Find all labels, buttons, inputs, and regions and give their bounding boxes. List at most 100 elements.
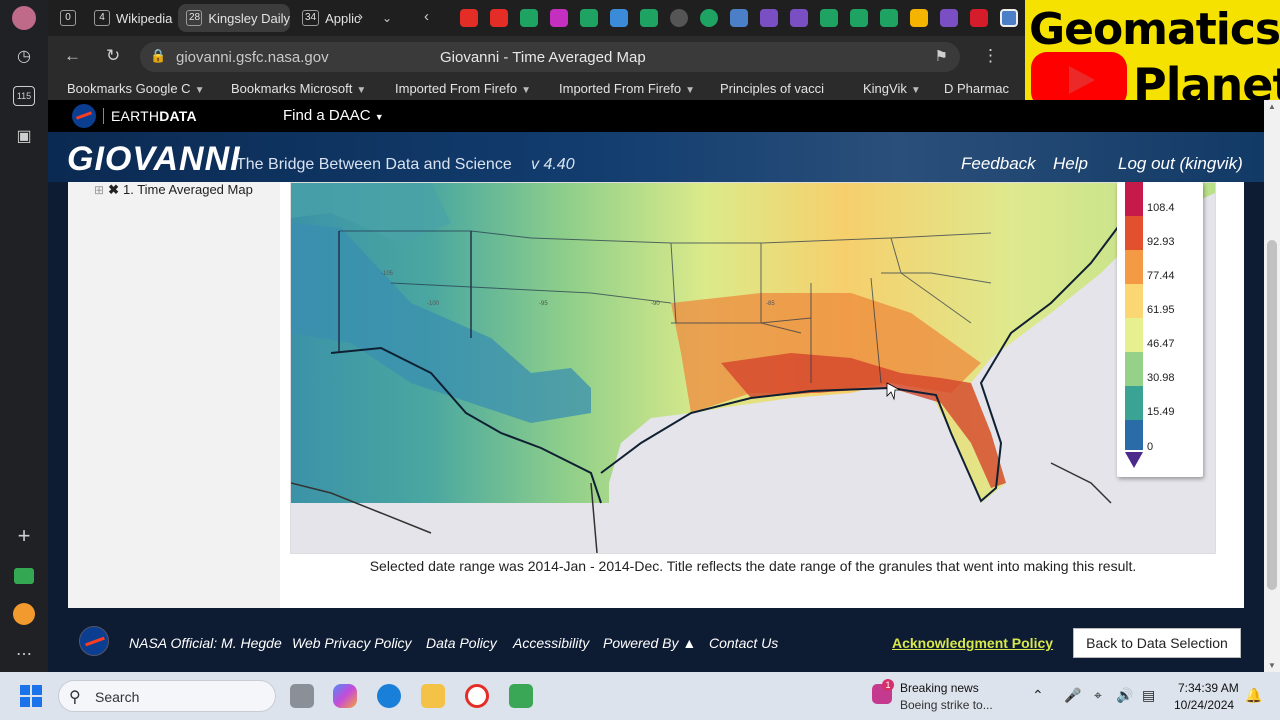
volume-icon[interactable]: 🔊 bbox=[1116, 687, 1133, 704]
nasa-logo-icon[interactable] bbox=[72, 104, 96, 128]
windows-start-icon[interactable] bbox=[20, 685, 42, 707]
sheets-favicon[interactable] bbox=[520, 9, 538, 27]
giovanni-logo[interactable]: GIOVANNI bbox=[67, 140, 241, 179]
forms-favicon[interactable] bbox=[760, 9, 778, 27]
legend-label: 0 bbox=[1147, 441, 1154, 453]
app-favicon[interactable] bbox=[550, 9, 568, 27]
footer-link-privacy[interactable]: Web Privacy Policy bbox=[292, 635, 412, 651]
bookmark-label: Bookmarks Google C bbox=[67, 81, 191, 96]
logout-link[interactable]: Log out (kingvik) bbox=[1118, 154, 1243, 174]
meet-app-icon[interactable] bbox=[10, 562, 38, 590]
bookmark-folder[interactable]: Bookmarks Microsoft ▼ bbox=[231, 81, 366, 96]
address-bar[interactable]: 🔒 giovanni.gsfc.nasa.gov Giovanni - Time… bbox=[140, 42, 960, 72]
search-icon: ⚲ bbox=[69, 689, 81, 706]
app-favicon[interactable] bbox=[700, 9, 718, 27]
meet-icon[interactable] bbox=[509, 684, 533, 708]
footer-link-data-policy[interactable]: Data Policy bbox=[426, 635, 497, 651]
earthdata-bar: EARTHDATA Find a DAAC ▼ bbox=[48, 100, 1264, 132]
legend-label: 77.44 bbox=[1147, 270, 1175, 282]
help-link[interactable]: Help bbox=[1053, 154, 1088, 174]
sheets-favicon[interactable] bbox=[880, 9, 898, 27]
youtube-favicon[interactable] bbox=[490, 9, 508, 27]
back-arrow-icon[interactable]: ← bbox=[64, 46, 81, 66]
sheets-favicon[interactable] bbox=[820, 9, 838, 27]
nasa-logo-icon[interactable] bbox=[79, 626, 109, 656]
history-icon[interactable]: ◷ bbox=[10, 42, 38, 70]
scroll-down-icon[interactable]: ▼ bbox=[1268, 661, 1276, 670]
scroll-up-icon[interactable]: ▲ bbox=[1268, 102, 1276, 111]
menu-dots-icon[interactable]: ⋮ bbox=[982, 46, 999, 66]
scrollbar-thumb[interactable] bbox=[1267, 240, 1277, 590]
tab-wikipedia[interactable]: 4 Wikipedia bbox=[86, 4, 178, 32]
bookmarks-bar: Bookmarks Google C ▼ Bookmarks Microsoft ▼… bbox=[48, 78, 1025, 100]
app-icon[interactable] bbox=[10, 600, 38, 628]
history-item-time-averaged-map[interactable]: ⊞ ✖ 1. Time Averaged Map bbox=[94, 182, 253, 198]
file-explorer-icon[interactable] bbox=[421, 684, 445, 708]
acknowledgment-policy-link[interactable]: Acknowledgment Policy bbox=[892, 635, 1053, 651]
back-to-data-selection-button[interactable]: Back to Data Selection bbox=[1073, 628, 1241, 658]
sheets-favicon[interactable] bbox=[640, 9, 658, 27]
legend-label: 30.98 bbox=[1147, 372, 1175, 384]
footer-link-powered-by[interactable]: Powered By ▲ bbox=[603, 635, 696, 651]
browser-toolbar: ← ↻ 🔒 giovanni.gsfc.nasa.gov Giovanni - … bbox=[48, 36, 1025, 78]
copilot-icon[interactable] bbox=[333, 684, 357, 708]
legend-min-arrow-icon bbox=[1125, 452, 1143, 468]
sheets-favicon[interactable] bbox=[850, 9, 868, 27]
forms-favicon[interactable] bbox=[940, 9, 958, 27]
task-view-icon[interactable] bbox=[290, 684, 314, 708]
map-svg: -105 -100 -95 -90 -85 bbox=[291, 183, 1215, 553]
bookmark-folder[interactable]: Imported From Firefo ▼ bbox=[395, 81, 531, 96]
bookmark-folder[interactable]: KingVik ▼ bbox=[863, 81, 921, 96]
footer-link-nasa-official[interactable]: NASA Official: M. Hegde bbox=[129, 635, 282, 651]
url-text[interactable]: giovanni.gsfc.nasa.gov bbox=[176, 49, 329, 66]
youtube-favicon[interactable] bbox=[460, 9, 478, 27]
yandex-browser-icon[interactable] bbox=[465, 684, 489, 708]
openai-favicon[interactable] bbox=[670, 9, 688, 27]
find-daac-menu[interactable]: Find a DAAC ▼ bbox=[283, 107, 384, 124]
edge-icon[interactable] bbox=[377, 684, 401, 708]
battery-icon[interactable]: ▤ bbox=[1142, 687, 1155, 704]
chevron-down-icon: ▼ bbox=[521, 85, 531, 96]
drive-favicon[interactable] bbox=[910, 9, 928, 27]
taskbar-search[interactable]: ⚲ Search bbox=[58, 680, 276, 712]
delete-icon[interactable]: ✖ bbox=[108, 182, 119, 197]
footer-link-accessibility[interactable]: Accessibility bbox=[513, 635, 589, 651]
feedback-link[interactable]: Feedback bbox=[961, 154, 1036, 174]
microphone-icon[interactable]: 🎤 bbox=[1064, 687, 1081, 704]
counter-badge[interactable]: 115 bbox=[10, 82, 38, 110]
legend-swatch bbox=[1125, 420, 1143, 450]
earthdata-brand[interactable]: EARTHDATA bbox=[111, 108, 197, 124]
tab-applic[interactable]: 34 Applic bbox=[294, 4, 362, 32]
tabs-scroll-right-icon[interactable]: › bbox=[358, 8, 363, 25]
profile-avatar[interactable] bbox=[10, 4, 38, 32]
nasa-favicon-active[interactable] bbox=[1000, 9, 1018, 27]
bookmark-link[interactable]: Principles of vacci bbox=[720, 81, 824, 96]
footer-link-contact[interactable]: Contact Us bbox=[709, 635, 778, 651]
expand-icon[interactable]: ⊞ bbox=[94, 183, 104, 197]
page-scrollbar[interactable]: ▲ ▼ bbox=[1264, 100, 1280, 672]
tab-count: 28 bbox=[186, 10, 203, 26]
tray-expand-icon[interactable]: ⌃ bbox=[1032, 687, 1044, 704]
legend-label: 46.47 bbox=[1147, 338, 1175, 350]
chevron-down-icon: ▼ bbox=[910, 85, 921, 96]
bookmark-link[interactable]: D Pharmac bbox=[944, 81, 1009, 96]
forms-favicon[interactable] bbox=[790, 9, 808, 27]
nasa-favicon[interactable] bbox=[730, 9, 748, 27]
app-favicon[interactable] bbox=[610, 9, 628, 27]
bookmark-icon[interactable]: ⚑ bbox=[935, 47, 948, 65]
sheets-favicon[interactable] bbox=[580, 9, 598, 27]
wifi-icon[interactable]: ⌖ bbox=[1094, 687, 1102, 704]
add-icon[interactable]: + bbox=[10, 522, 38, 550]
bookmark-folder[interactable]: Bookmarks Google C ▼ bbox=[67, 81, 204, 96]
more-icon[interactable]: ⋯ bbox=[10, 640, 38, 668]
tab-kingsley-daily[interactable]: 28 Kingsley Daily bbox=[178, 4, 290, 32]
notifications-bell-icon[interactable]: 🔔 bbox=[1245, 687, 1262, 704]
tab-group-0[interactable]: 0 bbox=[52, 4, 86, 32]
time-averaged-map[interactable]: -105 -100 -95 -90 -85 bbox=[290, 182, 1216, 554]
app-favicon[interactable] bbox=[970, 9, 988, 27]
bookmark-folder[interactable]: Imported From Firefo ▼ bbox=[559, 81, 695, 96]
screenshot-icon[interactable]: ▣ bbox=[10, 122, 38, 150]
tabs-dropdown-icon[interactable]: ⌄ bbox=[382, 11, 392, 25]
reload-icon[interactable]: ↻ bbox=[106, 46, 120, 66]
tabs-scroll-left-icon[interactable]: ‹ bbox=[424, 8, 429, 25]
